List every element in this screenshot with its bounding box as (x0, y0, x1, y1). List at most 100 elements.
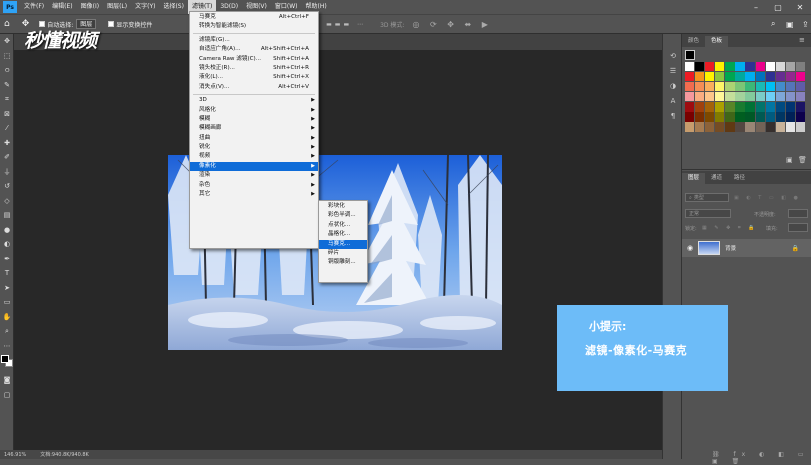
swatch-44[interactable] (765, 92, 775, 102)
swatches_panel-tab-0[interactable]: 颜色 (682, 36, 705, 47)
swatch-74[interactable] (705, 122, 715, 132)
new-swatch-icon[interactable]: ▣ (786, 156, 793, 164)
dodge-tool-icon[interactable]: ◐ (0, 237, 14, 252)
swatch-20[interactable] (765, 72, 775, 82)
swatch-60[interactable] (685, 112, 695, 122)
eyedropper-tool-icon[interactable]: ⁄ (0, 121, 14, 136)
swatch-26[interactable] (705, 82, 715, 92)
swatch-67[interactable] (755, 112, 765, 122)
filter-item-5[interactable]: 消失点(V)... Alt+Ctrl+V (190, 83, 318, 92)
swatch-48[interactable] (685, 102, 695, 112)
swatch-4[interactable] (725, 62, 735, 72)
swatch-21[interactable] (775, 72, 785, 82)
swatch-23[interactable] (795, 72, 806, 82)
layers-panel-footer-icons[interactable]: ⛓ fx ◐ ◧ ▭ ▣ 🗑 (712, 451, 811, 465)
gradient-tool-icon[interactable]: ▤ (0, 208, 14, 223)
swatch-39[interactable] (715, 92, 725, 102)
swatch-72[interactable] (685, 122, 695, 132)
path-select-tool-icon[interactable]: ➤ (0, 281, 14, 296)
swatch-43[interactable] (755, 92, 765, 102)
swatch-78[interactable] (745, 122, 755, 132)
swatch-6[interactable] (745, 62, 755, 72)
swatch-9[interactable] (775, 62, 785, 72)
blend-mode-dropdown[interactable]: 正常 (685, 209, 731, 218)
workspace-icon[interactable]: ▣ (786, 20, 794, 29)
swatch-68[interactable] (765, 112, 775, 122)
zoom-level[interactable]: 146.91% (4, 452, 26, 458)
swatch-30[interactable] (745, 82, 755, 92)
character-panel-icon[interactable]: A (663, 93, 683, 108)
swatch-7[interactable] (755, 62, 765, 72)
swatch-18[interactable] (745, 72, 755, 82)
history-panel-icon[interactable]: ⟲ (663, 48, 683, 63)
swatch-33[interactable] (775, 82, 785, 92)
swatch-82[interactable] (785, 122, 795, 132)
filter-submenu-1[interactable]: 风格化 ▶ (190, 106, 318, 115)
pixelate-item-4[interactable]: 马赛克... (319, 239, 367, 249)
pixelate-item-3[interactable]: 晶格化... (319, 230, 367, 239)
filter-submenu-4[interactable]: 扭曲 ▶ (190, 134, 318, 143)
paragraph-panel-icon[interactable]: ¶ (663, 108, 683, 123)
swatch-17[interactable] (735, 72, 745, 82)
swatch-65[interactable] (735, 112, 745, 122)
swatch-5[interactable] (735, 62, 745, 72)
adjustments-panel-icon[interactable]: ◑ (663, 78, 683, 93)
swatches_panel-tab-1[interactable]: 色板 (705, 36, 729, 47)
share-icon[interactable]: ⇪ (802, 20, 809, 29)
layers_panel-tab-2[interactable]: 路径 (728, 173, 751, 184)
pixelate-item-6[interactable]: 铜版雕刻... (319, 258, 367, 267)
swatch-29[interactable] (735, 82, 745, 92)
swatch-70[interactable] (785, 112, 795, 122)
swatch-63[interactable] (715, 112, 725, 122)
minimize-icon[interactable]: – (745, 0, 767, 14)
swatch-15[interactable] (715, 72, 725, 82)
layers_panel-tab-1[interactable]: 通道 (705, 173, 728, 184)
zoom-tool-icon[interactable]: ⌕ (0, 324, 14, 339)
swatch-12[interactable] (685, 72, 695, 82)
swatch-45[interactable] (775, 92, 785, 102)
menu-5[interactable]: 选择(S) (159, 0, 188, 14)
quick-mask-icon[interactable]: ◙ (0, 373, 14, 388)
lasso-tool-icon[interactable]: ഠ (0, 63, 14, 78)
close-icon[interactable]: ✕ (789, 0, 811, 14)
3d-controls-icons[interactable]: ◎ ⟳ ✥ ⬌ ▶ (412, 20, 491, 29)
frame-tool-icon[interactable]: ⊠ (0, 107, 14, 122)
swatch-42[interactable] (745, 92, 755, 102)
filter-submenu-5[interactable]: 锐化 ▶ (190, 143, 318, 152)
layer-row-background[interactable]: ◉ 背景 🔒 (682, 239, 811, 257)
swatch-3[interactable] (715, 62, 725, 72)
filter-submenu-3[interactable]: 模糊画廊 ▶ (190, 124, 318, 133)
filter-submenu-2[interactable]: 模糊 ▶ (190, 115, 318, 124)
filter-item-3[interactable]: 镜头校正(R)... Shift+Ctrl+R (190, 64, 318, 73)
swatch-foreground-preview[interactable] (685, 50, 695, 60)
quick-select-tool-icon[interactable]: ✎ (0, 78, 14, 93)
swatch-53[interactable] (735, 102, 745, 112)
swatch-35[interactable] (795, 82, 806, 92)
layers_panel-tab-0[interactable]: 图层 (682, 173, 706, 184)
swatch-75[interactable] (715, 122, 725, 132)
filter-submenu-8[interactable]: 渲染 ▶ (190, 171, 318, 180)
history-brush-icon[interactable]: ↺ (0, 179, 14, 194)
swatch-69[interactable] (775, 112, 785, 122)
swatch-19[interactable] (755, 72, 765, 82)
swatch-31[interactable] (755, 82, 765, 92)
menu-0[interactable]: 文件(F) (20, 0, 48, 14)
swatch-11[interactable] (795, 62, 806, 72)
swatch-73[interactable] (695, 122, 705, 132)
swatch-81[interactable] (775, 122, 785, 132)
pixelate-item-1[interactable]: 彩色半调... (319, 211, 367, 220)
swatch-83[interactable] (795, 122, 806, 132)
swatch-49[interactable] (695, 102, 705, 112)
swatch-47[interactable] (795, 92, 806, 102)
swatch-36[interactable] (685, 92, 695, 102)
swatch-54[interactable] (745, 102, 755, 112)
swatch-32[interactable] (765, 82, 775, 92)
crop-tool-icon[interactable]: ⌗ (0, 92, 14, 107)
swatch-80[interactable] (765, 122, 775, 132)
swatch-10[interactable] (785, 62, 795, 72)
foreground-color[interactable] (1, 355, 9, 363)
swatch-79[interactable] (755, 122, 765, 132)
swatch-77[interactable] (735, 122, 745, 132)
filter-submenu-0[interactable]: 3D ▶ (190, 96, 318, 105)
swatch-62[interactable] (705, 112, 715, 122)
